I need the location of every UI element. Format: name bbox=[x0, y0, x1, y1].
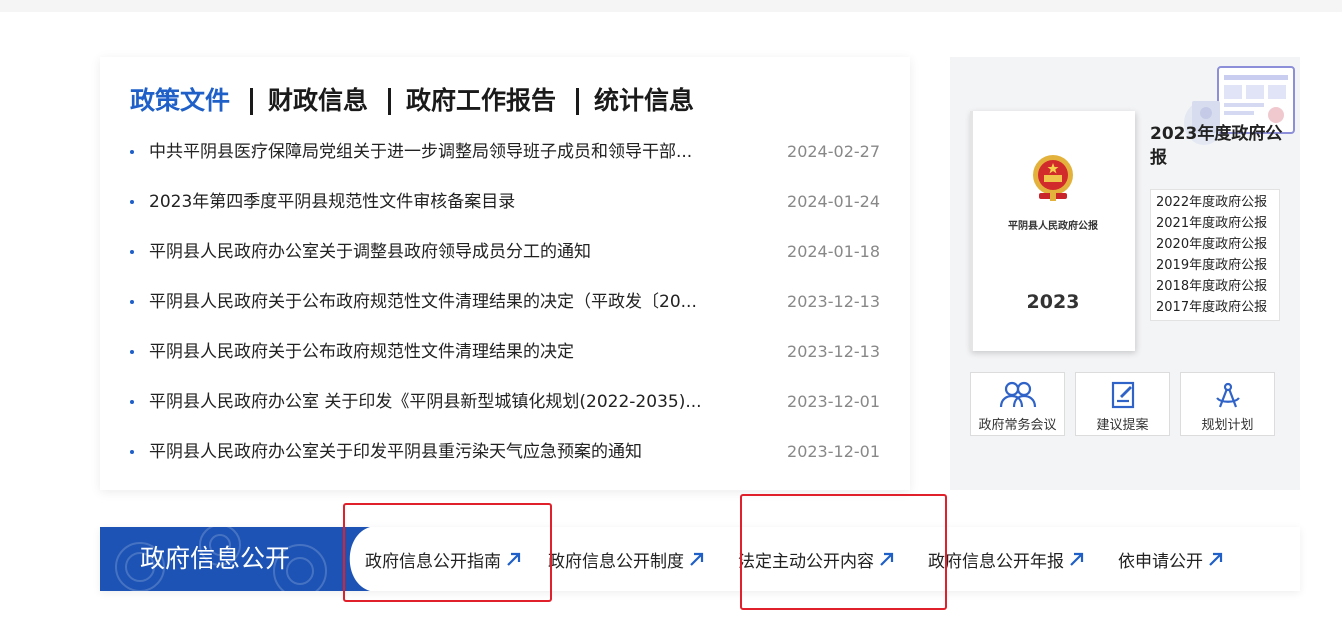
news-date: 2024-01-18 bbox=[787, 242, 880, 261]
banner-link-on-request[interactable]: 依申请公开 bbox=[1118, 547, 1225, 572]
gazette-year-link[interactable]: 2018年度政府公报 bbox=[1156, 276, 1274, 297]
bullet-dot bbox=[130, 350, 134, 354]
banner-link-system[interactable]: 政府信息公开制度 bbox=[548, 547, 706, 572]
news-item[interactable]: 2023年第四季度平阴县规范性文件审核备案目录 2024-01-24 bbox=[130, 177, 880, 227]
arrow-up-right-icon bbox=[1070, 552, 1084, 566]
news-tabs: 政策文件 财政信息 政府工作报告 统计信息 bbox=[130, 83, 694, 119]
news-title[interactable]: 中共平阴县医疗保障局党组关于进一步调整局领导班子成员和领导干部... bbox=[149, 127, 729, 177]
bullet-dot bbox=[130, 300, 134, 304]
bullet-dot bbox=[130, 200, 134, 204]
news-list: 中共平阴县医疗保障局党组关于进一步调整局领导班子成员和领导干部... 2024-0… bbox=[130, 127, 880, 477]
bullet-dot bbox=[130, 250, 134, 254]
highlight-box-guide bbox=[343, 503, 552, 602]
news-date: 2023-12-01 bbox=[787, 392, 880, 411]
compass-icon bbox=[1215, 382, 1240, 408]
highlight-box-statutory-content bbox=[740, 494, 947, 610]
news-title[interactable]: 平阴县人民政府办公室关于调整县政府领导成员分工的通知 bbox=[149, 227, 729, 277]
gazette-cover[interactable]: 平阴县人民政府公报 2023 bbox=[970, 111, 1135, 351]
news-item[interactable]: 中共平阴县医疗保障局党组关于进一步调整局领导班子成员和领导干部... 2024-0… bbox=[130, 127, 880, 177]
news-title[interactable]: 平阴县人民政府办公室 关于印发《平阴县新型城镇化规划(2022-2035)... bbox=[149, 377, 729, 427]
arrow-up-right-icon bbox=[1209, 552, 1223, 566]
bullet-dot bbox=[130, 400, 134, 404]
news-date: 2023-12-01 bbox=[787, 442, 880, 461]
news-title[interactable]: 平阴县人民政府关于公布政府规范性文件清理结果的决定（平政发〔20... bbox=[149, 277, 729, 327]
news-item[interactable]: 平阴县人民政府办公室 关于印发《平阴县新型城镇化规划(2022-2035)...… bbox=[130, 377, 880, 427]
tab-work-report[interactable]: 政府工作报告 bbox=[406, 83, 556, 119]
news-title[interactable]: 2023年第四季度平阴县规范性文件审核备案目录 bbox=[149, 177, 729, 227]
gazette-year-link[interactable]: 2017年度政府公报 bbox=[1156, 297, 1274, 318]
people-icon bbox=[999, 381, 1036, 408]
news-item[interactable]: 平阴县人民政府办公室关于印发平阴县重污染天气应急预案的通知 2023-12-01 bbox=[130, 427, 880, 477]
news-title[interactable]: 平阴县人民政府办公室关于印发平阴县重污染天气应急预案的通知 bbox=[149, 427, 729, 477]
news-date: 2023-12-13 bbox=[787, 292, 880, 311]
edit-note-icon bbox=[1111, 381, 1134, 409]
tab-policy-documents[interactable]: 政策文件 bbox=[130, 83, 230, 119]
gazette-year-link[interactable]: 2019年度政府公报 bbox=[1156, 255, 1274, 276]
tab-separator bbox=[388, 87, 392, 115]
gazette-year-link[interactable]: 2020年度政府公报 bbox=[1156, 234, 1274, 255]
banner-label-block: 政府信息公开 bbox=[100, 527, 370, 591]
quick-link-label: 规划计划 bbox=[1201, 418, 1254, 433]
gazette-heading[interactable]: 2023年度政府公报 bbox=[1150, 122, 1290, 170]
tab-statistics[interactable]: 统计信息 bbox=[594, 83, 694, 119]
bullet-dot bbox=[130, 150, 134, 154]
news-card: 政策文件 财政信息 政府工作报告 统计信息 中共平阴县医疗保障局党组关于进一步调… bbox=[100, 57, 910, 490]
banner-label: 政府信息公开 bbox=[140, 544, 291, 573]
quick-link-planning[interactable]: 规划计划 bbox=[1180, 372, 1275, 436]
top-bar bbox=[0, 0, 1342, 12]
quick-link-label: 建议提案 bbox=[1096, 418, 1149, 433]
banner-link-label: 依申请公开 bbox=[1118, 551, 1203, 572]
tab-finance-info[interactable]: 财政信息 bbox=[268, 83, 368, 119]
gazette-cover-year: 2023 bbox=[1026, 291, 1080, 313]
bullet-dot bbox=[130, 450, 134, 454]
news-date: 2023-12-13 bbox=[787, 342, 880, 361]
banner-link-annual-report[interactable]: 政府信息公开年报 bbox=[928, 547, 1086, 572]
gazette-cover-title: 平阴县人民政府公报 bbox=[1008, 221, 1098, 232]
info-disclosure-banner: 政府信息公开 政府信息公开指南 政府信息公开制度 法定主动公开内容 政府信息公开… bbox=[100, 527, 1300, 591]
gazette-year-link[interactable]: 2022年度政府公报 bbox=[1156, 192, 1274, 213]
news-title[interactable]: 平阴县人民政府关于公布政府规范性文件清理结果的决定 bbox=[149, 327, 729, 377]
gazette-panel: 平阴县人民政府公报 2023 2023年度政府公报 2022年度政府公报 202… bbox=[950, 57, 1300, 490]
news-item[interactable]: 平阴县人民政府关于公布政府规范性文件清理结果的决定 2023-12-13 bbox=[130, 327, 880, 377]
national-emblem-icon bbox=[1033, 155, 1073, 201]
arrow-up-right-icon bbox=[690, 552, 704, 566]
news-date: 2024-02-27 bbox=[787, 142, 880, 161]
gazette-year-link[interactable]: 2021年度政府公报 bbox=[1156, 213, 1274, 234]
banner-link-label: 政府信息公开制度 bbox=[548, 551, 684, 572]
news-item[interactable]: 平阴县人民政府关于公布政府规范性文件清理结果的决定（平政发〔20... 2023-… bbox=[130, 277, 880, 327]
news-item[interactable]: 平阴县人民政府办公室关于调整县政府领导成员分工的通知 2024-01-18 bbox=[130, 227, 880, 277]
news-date: 2024-01-24 bbox=[787, 192, 880, 211]
gazette-year-list: 2022年度政府公报 2021年度政府公报 2020年度政府公报 2019年度政… bbox=[1150, 189, 1280, 321]
quick-link-proposals[interactable]: 建议提案 bbox=[1075, 372, 1170, 436]
banner-link-label: 政府信息公开年报 bbox=[928, 551, 1064, 572]
tab-separator bbox=[250, 87, 254, 115]
quick-link-label: 政府常务会议 bbox=[978, 418, 1057, 433]
tab-separator bbox=[576, 87, 580, 115]
quick-link-executive-meeting[interactable]: 政府常务会议 bbox=[970, 372, 1065, 436]
quick-links: 政府常务会议 建议提案 规划计划 bbox=[970, 372, 1275, 436]
